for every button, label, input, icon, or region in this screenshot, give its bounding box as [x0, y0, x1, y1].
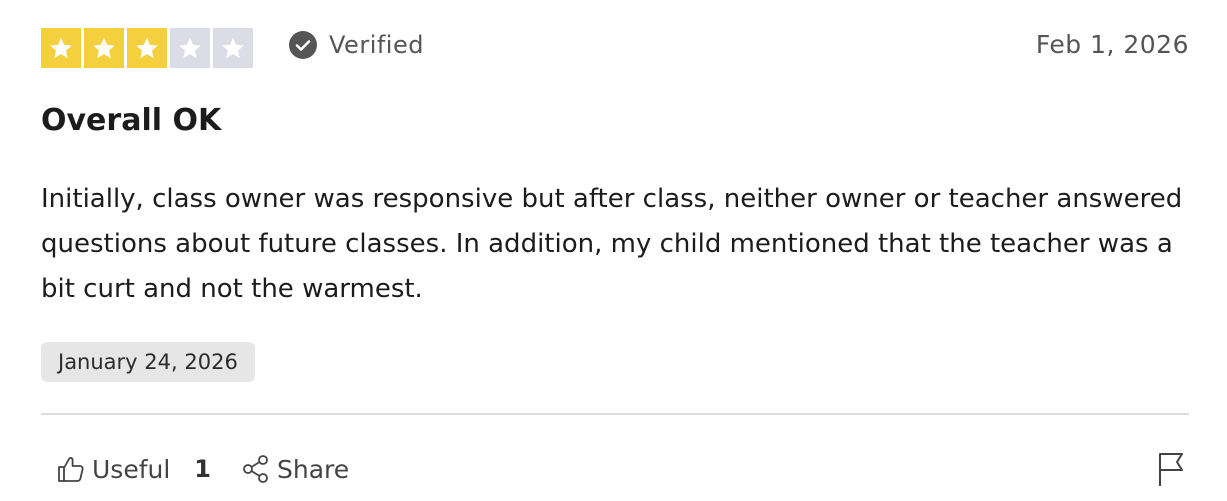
useful-label: Useful — [92, 454, 171, 484]
verified-label: Verified — [329, 31, 424, 59]
review-card: Verified Feb 1, 2026 Overall OK Initiall… — [41, 0, 1189, 501]
useful-button[interactable]: Useful 1 — [56, 454, 211, 484]
review-title: Overall OK — [41, 103, 222, 138]
star-icon — [93, 37, 115, 59]
star-2 — [84, 28, 124, 68]
star-icon — [136, 37, 158, 59]
check-circle-icon — [289, 31, 317, 59]
flag-icon[interactable] — [1157, 451, 1187, 487]
review-body: Initially, class owner was responsive bu… — [41, 184, 1183, 304]
review-date: Feb 1, 2026 — [1035, 30, 1189, 59]
thumbs-up-icon — [58, 457, 84, 482]
star-rating — [41, 28, 253, 68]
divider — [41, 413, 1189, 415]
star-icon — [222, 37, 244, 59]
star-icon — [179, 37, 201, 59]
share-button[interactable]: Share — [241, 454, 349, 484]
star-4 — [170, 28, 210, 68]
review-actions: Useful 1 Share — [56, 448, 349, 490]
share-icon — [243, 455, 268, 483]
verified-badge[interactable]: Verified — [289, 31, 424, 59]
useful-count: 1 — [194, 455, 211, 483]
star-5 — [213, 28, 253, 68]
experience-date-badge: January 24, 2026 — [41, 342, 255, 382]
share-label: Share — [277, 454, 350, 484]
star-3 — [127, 28, 167, 68]
star-icon — [50, 37, 72, 59]
star-1 — [41, 28, 81, 68]
